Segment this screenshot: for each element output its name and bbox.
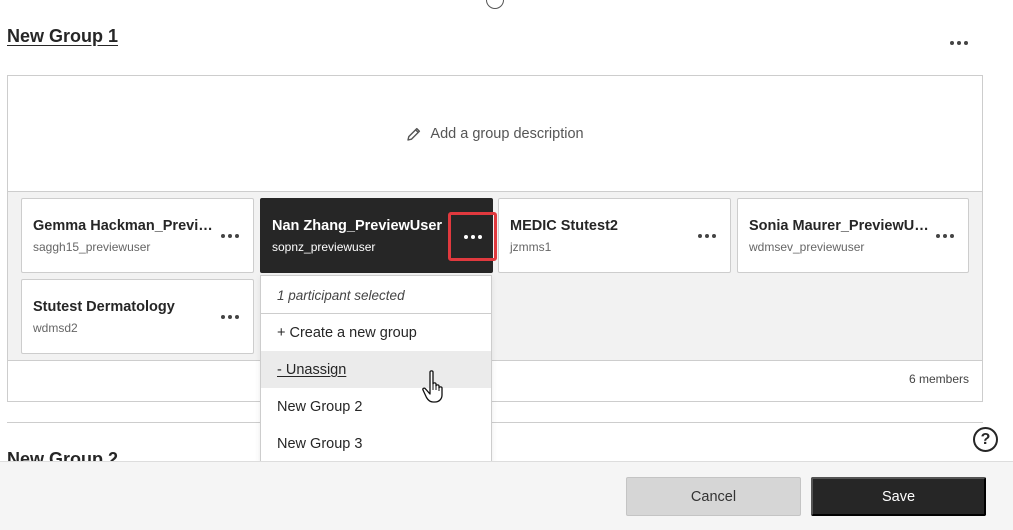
member-options-button[interactable] [448,212,497,261]
member-username: jzmms1 [510,240,552,254]
menu-header: 1 participant selected [261,276,491,314]
footer-bar: Cancel Save [0,461,1013,530]
member-options-button[interactable] [217,226,243,246]
info-icon [486,0,504,9]
member-options-menu: 1 participant selected + Create a new gr… [260,275,492,465]
member-card[interactable]: Gemma Hackman_Previe... saggh15_previewu… [21,198,254,273]
menu-item-create-group[interactable]: + Create a new group [261,314,491,351]
more-options-icon [221,315,239,319]
member-username: wdmsd2 [33,321,78,335]
more-options-icon [463,234,482,239]
member-card-selected[interactable]: Nan Zhang_PreviewUser sopnz_previewuser [260,198,497,273]
member-options-button[interactable] [217,307,243,327]
member-username: wdmsev_previewuser [749,240,865,254]
member-name: Gemma Hackman_Previe... [33,218,218,234]
member-name: Sonia Maurer_PreviewUser [749,218,934,234]
more-options-icon [698,234,716,238]
more-options-icon [936,234,954,238]
more-options-icon [221,234,239,238]
add-description-label: Add a group description [430,125,584,142]
add-description-button[interactable]: Add a group description [406,125,584,142]
menu-item-unassign[interactable]: - Unassign [261,351,491,388]
member-options-button[interactable] [932,226,958,246]
member-username: sopnz_previewuser [272,240,376,254]
help-button[interactable]: ? [973,427,998,452]
member-username: saggh15_previewuser [33,240,151,254]
group-divider [7,422,983,423]
menu-item-new-group-2[interactable]: New Group 2 [261,388,491,425]
menu-item-new-group-3[interactable]: New Group 3 [261,425,491,462]
pointer-hand-icon [422,370,443,403]
save-button[interactable]: Save [811,477,986,516]
member-name: Stutest Dermatology [33,299,175,315]
member-name: MEDIC Stutest2 [510,218,618,234]
member-options-button[interactable] [694,226,720,246]
group-title[interactable]: New Group 1 [7,26,118,47]
members-count: 6 members [908,372,969,386]
member-name: Nan Zhang_PreviewUser [272,218,443,234]
member-card[interactable]: Sonia Maurer_PreviewUser wdmsev_previewu… [737,198,969,273]
help-icon: ? [980,430,991,448]
group-options-button[interactable] [946,32,972,54]
description-area: Add a group description [8,76,982,192]
cancel-button[interactable]: Cancel [626,477,801,516]
member-card[interactable]: MEDIC Stutest2 jzmms1 [498,198,731,273]
pencil-icon [407,127,421,141]
more-options-icon [950,41,968,45]
member-card[interactable]: Stutest Dermatology wdmsd2 [21,279,254,354]
